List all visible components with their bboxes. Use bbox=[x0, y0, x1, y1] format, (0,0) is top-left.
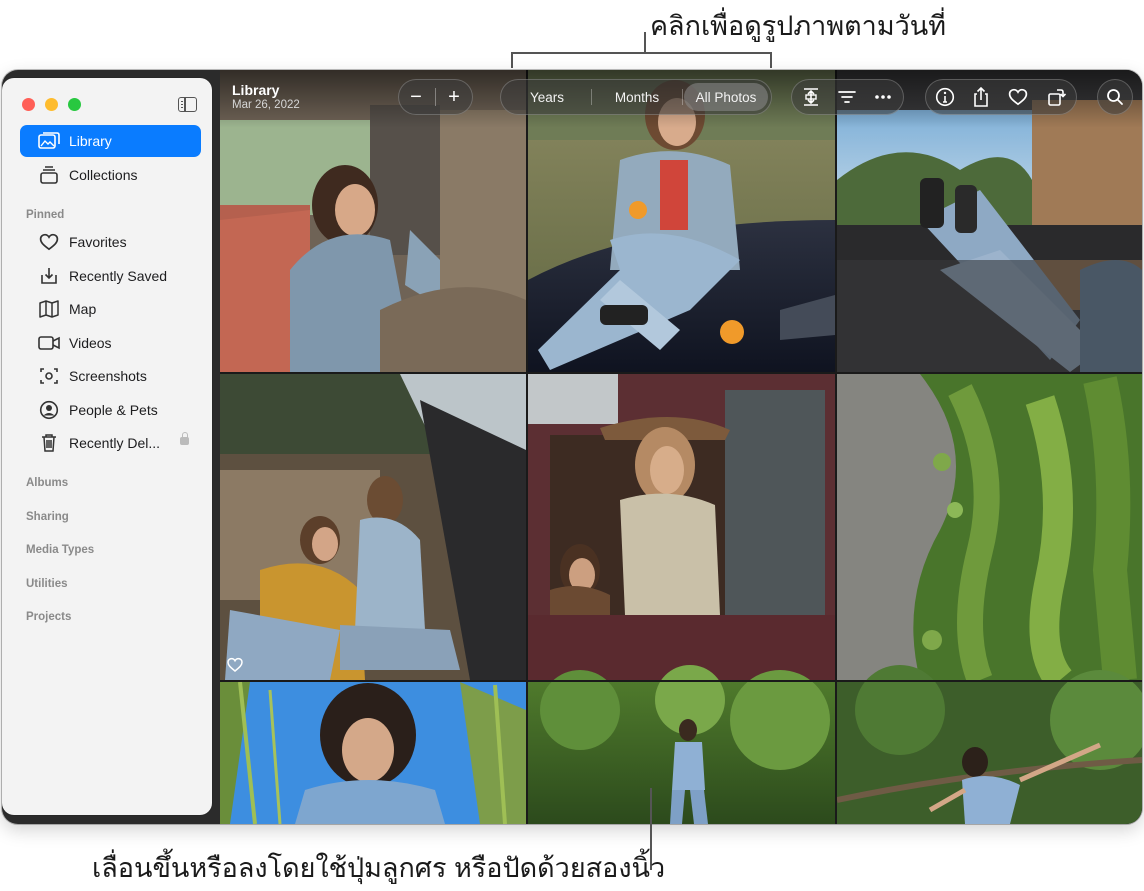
favorite-heart-icon[interactable] bbox=[227, 657, 243, 673]
photo-grid bbox=[220, 70, 1142, 824]
zoom-window-button[interactable] bbox=[68, 98, 81, 111]
sidebar: Library Collections Pinned Favorites Rec… bbox=[2, 78, 212, 815]
zoom-out-button[interactable]: − bbox=[398, 79, 434, 115]
photo-ivy-wall[interactable] bbox=[837, 374, 1142, 690]
photo-woman-in-window[interactable] bbox=[528, 374, 835, 680]
callout-scroll: เลื่อนขึ้นหรือลงโดยใช้ปุ่มลูกศร หรือปัดด… bbox=[92, 853, 666, 883]
sidebar-item-screenshots[interactable]: Screenshots bbox=[20, 360, 201, 392]
sidebar-item-label: Videos bbox=[69, 335, 112, 351]
more-options-icon[interactable] bbox=[865, 79, 901, 115]
map-icon bbox=[38, 300, 60, 318]
download-tray-icon bbox=[38, 267, 60, 285]
callout-date-views: คลิกเพื่อดูรูปภาพตามวันที่ bbox=[650, 11, 947, 41]
trash-icon bbox=[38, 434, 60, 452]
minimize-window-button[interactable] bbox=[45, 98, 58, 111]
photos-window: Library Mar 26, 2022 − + Years Months Al… bbox=[2, 70, 1142, 824]
section-header-media-types[interactable]: Media Types bbox=[26, 544, 94, 556]
sidebar-item-people-pets[interactable]: People & Pets bbox=[20, 394, 201, 426]
show-edge-to-edge-icon[interactable] bbox=[793, 79, 829, 115]
photo-library-icon bbox=[38, 132, 60, 150]
photo-portrait-sky[interactable] bbox=[220, 681, 526, 824]
sidebar-item-map[interactable]: Map bbox=[20, 293, 201, 325]
section-header-sharing[interactable]: Sharing bbox=[26, 511, 69, 523]
collections-stack-icon bbox=[38, 166, 60, 184]
segment-divider bbox=[682, 89, 683, 105]
section-header-utilities[interactable]: Utilities bbox=[26, 578, 68, 590]
sidebar-toggle-icon[interactable] bbox=[178, 97, 197, 112]
screenshot-icon bbox=[38, 367, 60, 385]
favorite-toggle-icon[interactable] bbox=[1000, 79, 1036, 115]
sidebar-item-label: Library bbox=[69, 133, 112, 149]
current-date-label: Mar 26, 2022 bbox=[232, 99, 300, 111]
sidebar-item-label: Favorites bbox=[69, 234, 127, 250]
page-title: Library bbox=[232, 82, 280, 98]
sidebar-item-library[interactable]: Library bbox=[20, 125, 201, 157]
close-window-button[interactable] bbox=[22, 98, 35, 111]
photo-actions-group bbox=[925, 79, 1077, 115]
rotate-icon[interactable] bbox=[1038, 79, 1074, 115]
callout-stem bbox=[644, 32, 646, 53]
sidebar-item-label: Recently Saved bbox=[69, 268, 168, 284]
sidebar-item-favorites[interactable]: Favorites bbox=[20, 226, 201, 258]
sidebar-item-collections[interactable]: Collections bbox=[20, 159, 201, 191]
segment-years[interactable]: Years bbox=[508, 83, 586, 111]
section-header-albums[interactable]: Albums bbox=[26, 477, 68, 489]
lock-icon bbox=[180, 432, 189, 445]
share-icon[interactable] bbox=[963, 79, 999, 115]
callout-bracket bbox=[511, 52, 772, 68]
person-circle-icon bbox=[38, 400, 60, 420]
date-view-segmented-control: Years Months All Photos bbox=[500, 79, 772, 115]
sidebar-item-label: Recently Del... bbox=[69, 435, 161, 451]
search-button[interactable] bbox=[1097, 79, 1133, 115]
sidebar-item-recently-saved[interactable]: Recently Saved bbox=[20, 260, 201, 292]
zoom-in-button[interactable]: + bbox=[436, 79, 472, 115]
photo-trees-jump[interactable] bbox=[528, 665, 835, 824]
section-header-pinned[interactable]: Pinned bbox=[26, 209, 64, 221]
video-camera-icon bbox=[38, 334, 60, 352]
segment-all-photos[interactable]: All Photos bbox=[684, 83, 768, 111]
sidebar-item-label: Screenshots bbox=[69, 368, 147, 384]
view-tools-group bbox=[791, 79, 904, 115]
section-header-projects[interactable]: Projects bbox=[26, 611, 71, 623]
photo-back-seat-friends[interactable] bbox=[220, 374, 526, 680]
sidebar-item-label: Collections bbox=[69, 167, 138, 183]
info-icon[interactable] bbox=[927, 79, 963, 115]
photo-grid-area[interactable]: Library Mar 26, 2022 − + Years Months Al… bbox=[220, 70, 1142, 824]
sidebar-item-videos[interactable]: Videos bbox=[20, 327, 201, 359]
zoom-control: − + bbox=[398, 79, 473, 115]
segment-months[interactable]: Months bbox=[596, 83, 678, 111]
sidebar-item-label: Map bbox=[69, 301, 97, 317]
photo-branch-balance[interactable] bbox=[836, 665, 1142, 824]
heart-icon bbox=[38, 233, 60, 251]
sidebar-item-recently-deleted[interactable]: Recently Del... bbox=[20, 427, 201, 459]
filter-icon[interactable] bbox=[829, 79, 865, 115]
search-icon bbox=[1097, 79, 1133, 115]
sidebar-item-label: People & Pets bbox=[69, 402, 158, 418]
segment-divider bbox=[591, 89, 592, 105]
